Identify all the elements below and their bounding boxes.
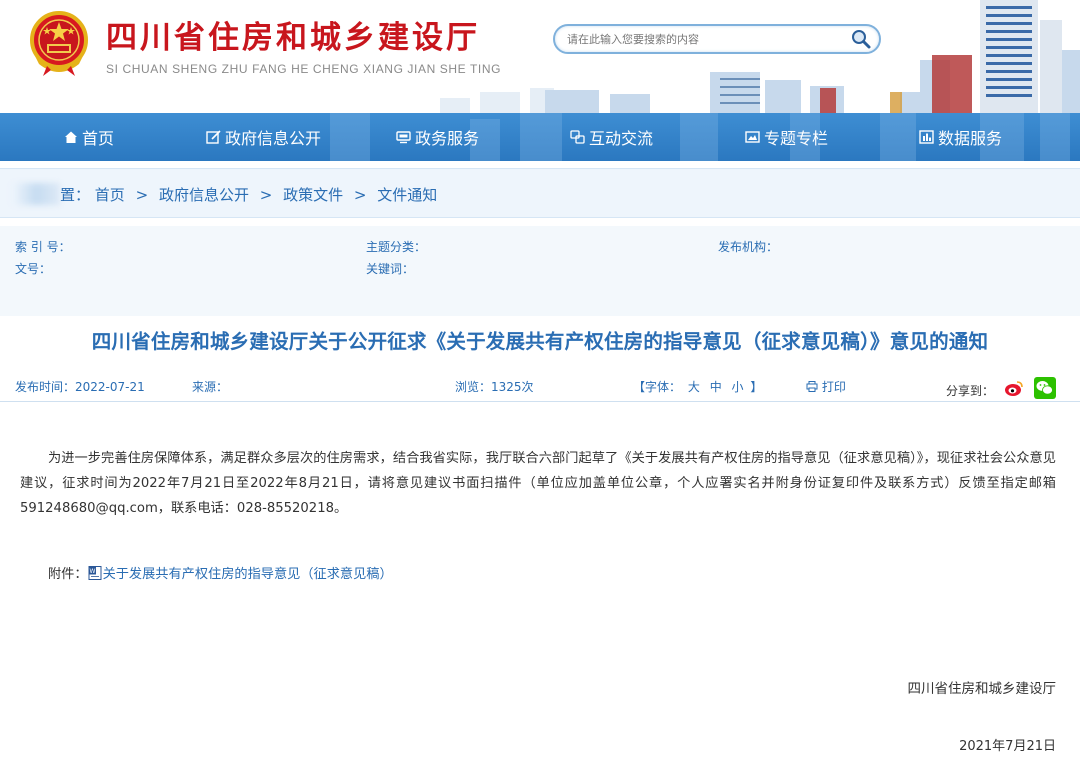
view-count: 浏览：1325次 [455, 380, 534, 394]
source-label: 来源： [192, 380, 229, 394]
breadcrumb-separator: > [135, 186, 149, 204]
site-header: 四川省住房和城乡建设厅 SI CHUAN SHENG ZHU FANG HE C… [0, 0, 1080, 113]
breadcrumb-bar: 置： 首页 > 政府信息公开 > 政策文件 > 文件通知 [0, 168, 1080, 218]
chart-icon [919, 130, 934, 144]
meta-keywords-label: 关键词： [366, 262, 415, 276]
nav-skyline-decoration [330, 113, 1070, 161]
font-large-button[interactable]: 大 [688, 380, 700, 394]
meta-index-label: 索 引 号： [15, 240, 71, 254]
breadcrumb-prefix: 置： [60, 186, 91, 204]
edit-icon [206, 130, 221, 144]
home-icon [65, 131, 77, 143]
exchange-icon [570, 130, 585, 144]
article-title: 四川省住房和城乡建设厅关于公开征求《关于发展共有产权住房的指导意见（征求意见稿）… [91, 330, 989, 353]
city-skyline-decoration [440, 0, 1080, 113]
font-label-close: 】 [750, 380, 763, 394]
printer-icon [806, 381, 818, 392]
print-label: 打印 [821, 380, 846, 394]
meta-doc-no-label: 文号： [15, 262, 52, 276]
main-nav: 首页 政府信息公开 政务服务 互动交流 专题专栏 数据服务 [0, 113, 1080, 161]
image-icon [745, 131, 760, 143]
nav-item-data-service[interactable]: 数据服务 [919, 113, 1002, 161]
publish-time: 发布时间：2022-07-21 [15, 380, 145, 394]
share-label: 分享到： [946, 384, 995, 398]
font-label-open: 【字体： [633, 380, 682, 394]
nav-item-gov-service[interactable]: 政务服务 [396, 113, 479, 161]
attachment-row: 附件： W 关于发展共有产权住房的指导意见（征求意见稿） [48, 563, 393, 582]
breadcrumb-item-home[interactable]: 首页 [95, 186, 125, 204]
article-body: 为进一步完善住房保障体系，满足群众多层次的住房需求，结合我省实际，我厅联合六部门… [20, 451, 1056, 516]
monitor-icon [396, 131, 411, 144]
nav-label-gov-info: 政府信息公开 [225, 129, 322, 148]
breadcrumb-separator: > [259, 186, 273, 204]
search-input[interactable] [567, 30, 837, 48]
font-medium-button[interactable]: 中 [710, 380, 722, 394]
signature-date: 2021年7月21日 [959, 739, 1056, 754]
breadcrumb-item-policy-docs[interactable]: 政策文件 [283, 186, 343, 204]
attachment-label: 附件： [48, 567, 88, 582]
nav-label-home: 首页 [82, 129, 115, 148]
wechat-share-icon[interactable] [1034, 377, 1056, 399]
document-meta: 索 引 号： 主题分类： 发布机构： 文号： 关键词： [0, 226, 1080, 316]
meta-publisher-label: 发布机构： [718, 240, 779, 254]
svg-text:W: W [89, 568, 95, 575]
search-box [553, 24, 881, 54]
attachment-link[interactable]: 关于发展共有产权住房的指导意见（征求意见稿） [103, 563, 393, 582]
nav-label-interaction: 互动交流 [589, 129, 654, 148]
nav-item-special-topics[interactable]: 专题专栏 [745, 113, 828, 161]
nav-label-data-service: 数据服务 [938, 129, 1003, 148]
nav-item-interaction[interactable]: 互动交流 [570, 113, 653, 161]
blurred-region [12, 183, 60, 205]
nav-item-home[interactable]: 首页 [64, 113, 114, 161]
font-small-button[interactable]: 小 [732, 380, 744, 394]
nav-label-special-topics: 专题专栏 [764, 129, 829, 148]
weibo-share-icon[interactable] [1003, 377, 1025, 399]
word-document-icon: W [88, 565, 102, 580]
meta-topic-label: 主题分类： [366, 240, 427, 254]
breadcrumb-item-gov-info[interactable]: 政府信息公开 [159, 186, 249, 204]
breadcrumb-separator: > [353, 186, 367, 204]
article-info-bar: 发布时间：2022-07-21 来源： 浏览：1325次 【字体： 大 中 小 … [0, 372, 1080, 402]
print-button[interactable]: 打印 [806, 378, 846, 395]
breadcrumb: 置： 首页 > 政府信息公开 > 政策文件 > 文件通知 [60, 184, 437, 205]
national-emblem-icon [30, 11, 88, 76]
nav-item-gov-info[interactable]: 政府信息公开 [206, 113, 321, 161]
search-icon[interactable] [849, 28, 873, 50]
signature: 四川省住房和城乡建设厅 [907, 681, 1057, 697]
font-size-control: 【字体： 大 中 小 】 [633, 378, 762, 395]
nav-label-gov-service: 政务服务 [415, 129, 480, 148]
breadcrumb-item-notices[interactable]: 文件通知 [377, 186, 437, 204]
